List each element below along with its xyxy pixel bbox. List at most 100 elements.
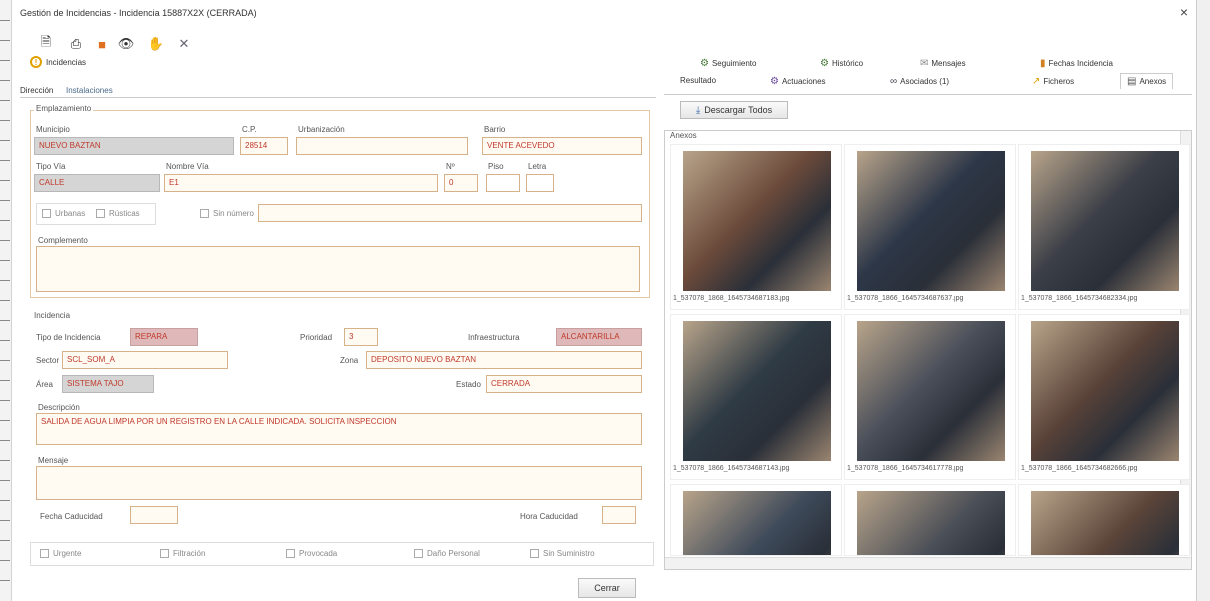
- tab-anexos[interactable]: ▤ Anexos: [1120, 73, 1174, 89]
- sin-numero-checkbox-box[interactable]: [200, 209, 209, 218]
- tab-mensajes-label: Mensajes: [931, 59, 966, 68]
- fecha-caducidad-field[interactable]: [130, 506, 178, 524]
- message-icon: ✉: [920, 58, 929, 69]
- dano-personal-checkbox-box[interactable]: [414, 549, 423, 558]
- tab-asociados-1[interactable]: ∞ Asociados (1): [890, 76, 949, 87]
- urbanas-checkbox[interactable]: Urbanas: [42, 209, 85, 218]
- chart-icon: ▮: [1040, 58, 1046, 69]
- thumbnail-image[interactable]: [683, 491, 831, 555]
- tab-asociados-1-label: Asociados (1): [900, 77, 950, 86]
- thumbnail[interactable]: 1_537078_1866_1645734617778.jpg: [844, 314, 1016, 480]
- sin-suministro-checkbox[interactable]: Sin Suministro: [530, 549, 595, 558]
- urgente-checkbox-box[interactable]: [40, 549, 49, 558]
- rusticas-checkbox[interactable]: Rústicas: [96, 209, 140, 218]
- complemento-label: Complemento: [38, 236, 88, 245]
- cp-field[interactable]: 28514: [240, 137, 288, 155]
- thumbnail-image[interactable]: [857, 491, 1005, 555]
- hora-caducidad-field[interactable]: [602, 506, 636, 524]
- thumbnail[interactable]: 1_537078_1866_1645734682666.jpg: [1018, 314, 1190, 480]
- cerrar-button[interactable]: Cerrar: [578, 578, 636, 598]
- prioridad-field[interactable]: 3: [344, 328, 378, 346]
- save-icon[interactable]: ■: [94, 36, 110, 52]
- tab-actuaciones[interactable]: ⚙ Actuaciones: [770, 76, 826, 87]
- window-scrollbar[interactable]: [1196, 0, 1210, 601]
- tab-fechas-incidencia[interactable]: ▮ Fechas Incidencia: [1040, 58, 1113, 69]
- thumbnail[interactable]: 1_537078_1866_1645734687143.jpg: [670, 314, 842, 480]
- urgente-label: Urgente: [53, 549, 82, 558]
- filtracion-checkbox[interactable]: Filtración: [160, 549, 205, 558]
- complemento-field[interactable]: [36, 246, 640, 292]
- thumbnail-image[interactable]: [683, 321, 831, 461]
- close-icon[interactable]: ×: [1176, 4, 1192, 20]
- tipo-via-field[interactable]: CALLE: [34, 174, 160, 192]
- thumbnail[interactable]: 1_537078_1866_1645734682334.jpg: [1018, 144, 1190, 310]
- thumbnail-image[interactable]: [857, 321, 1005, 461]
- descargar-todos-label: Descargar Todos: [704, 105, 773, 115]
- tab-instalaciones[interactable]: Instalaciones: [66, 86, 113, 95]
- tools-icon[interactable]: ✕: [176, 36, 192, 52]
- sector-field[interactable]: SCL_SOM_A: [62, 351, 228, 369]
- thumbnail-image[interactable]: [1031, 321, 1179, 461]
- thumbnail-image[interactable]: [1031, 491, 1179, 555]
- rusticas-label: Rústicas: [109, 209, 140, 218]
- thumbnail-caption: 1_537078_1866_1645734682666.jpg: [1021, 465, 1138, 472]
- area-field[interactable]: SISTEMA TAJO: [62, 375, 154, 393]
- hora-caducidad-label: Hora Caducidad: [520, 512, 578, 521]
- document-icon[interactable]: 🗎: [38, 34, 54, 52]
- tab-direccion[interactable]: Dirección: [20, 86, 53, 95]
- rusticas-checkbox-box[interactable]: [96, 209, 105, 218]
- tipo-incidencia-field[interactable]: REPARA: [130, 328, 198, 346]
- tab-fechas-incidencia-label: Fechas Incidencia: [1048, 59, 1113, 68]
- provocada-checkbox[interactable]: Provocada: [286, 549, 337, 558]
- thumbnail[interactable]: [844, 484, 1016, 556]
- urgente-checkbox[interactable]: Urgente: [40, 549, 81, 558]
- actions-icon: ⚙: [770, 76, 779, 87]
- thumbnail-caption: 1_537078_1866_1645734617778.jpg: [847, 465, 964, 472]
- thumbnail-caption: 1_537078_1866_1645734687143.jpg: [673, 465, 790, 472]
- thumbnail[interactable]: 1_537078_1866_1645734687637.jpg: [844, 144, 1016, 310]
- tipo-incidencia-label: Tipo de Incidencia: [36, 333, 101, 342]
- tab-seguimiento[interactable]: ⚙ Seguimiento: [700, 58, 756, 69]
- descripcion-field[interactable]: SALIDA DE AGUA LIMPIA POR UN REGISTRO EN…: [36, 413, 642, 445]
- tab-ficheros[interactable]: ↗ Ficheros: [1032, 76, 1074, 87]
- barrio-field[interactable]: VENTE ACEVEDO: [482, 137, 642, 155]
- municipio-label: Municipio: [36, 125, 70, 134]
- tab-mensajes[interactable]: ✉ Mensajes: [920, 58, 966, 69]
- thumbnail[interactable]: [670, 484, 842, 556]
- hand-icon[interactable]: ✋: [148, 36, 164, 52]
- sin-suministro-checkbox-box[interactable]: [530, 549, 539, 558]
- piso-label: Piso: [488, 162, 504, 171]
- filtracion-checkbox-box[interactable]: [160, 549, 169, 558]
- urbanas-checkbox-box[interactable]: [42, 209, 51, 218]
- prioridad-label: Prioridad: [300, 333, 333, 342]
- estado-field[interactable]: CERRADA: [486, 375, 642, 393]
- numero-field[interactable]: 0: [444, 174, 478, 192]
- provocada-checkbox-box[interactable]: [286, 549, 295, 558]
- nombre-via-field[interactable]: E1: [164, 174, 438, 192]
- letra-field[interactable]: [526, 174, 554, 192]
- descripcion-label: Descripción: [38, 403, 80, 412]
- zona-field[interactable]: DEPOSITO NUEVO BAZTAN: [366, 351, 642, 369]
- tab-seguimiento-label: Seguimiento: [711, 59, 757, 68]
- history-icon: ⚙: [820, 58, 829, 69]
- piso-field[interactable]: [486, 174, 520, 192]
- urbanizacion-field[interactable]: [296, 137, 468, 155]
- tab-historico[interactable]: ⚙ Histórico: [820, 58, 863, 69]
- tab-resultado[interactable]: Resultado: [680, 76, 716, 85]
- sin-suministro-label: Sin Suministro: [543, 549, 595, 558]
- sin-numero-checkbox[interactable]: Sin número: [200, 209, 254, 218]
- infraestructura-field[interactable]: ALCANTARILLA: [556, 328, 642, 346]
- eye-icon[interactable]: 👁: [118, 36, 135, 52]
- descargar-todos-button[interactable]: ⤓ Descargar Todos: [680, 101, 788, 119]
- mensaje-field[interactable]: [36, 466, 642, 500]
- municipio-field[interactable]: NUEVO BAZTAN: [34, 137, 234, 155]
- thumbnail-image[interactable]: [683, 151, 831, 291]
- anexos-hscrollbar[interactable]: [665, 557, 1191, 569]
- dano-personal-checkbox[interactable]: Daño Personal: [414, 549, 480, 558]
- thumbnail-image[interactable]: [1031, 151, 1179, 291]
- print-icon[interactable]: ⎙: [68, 36, 84, 52]
- thumbnail[interactable]: [1018, 484, 1190, 556]
- thumbnail-image[interactable]: [857, 151, 1005, 291]
- thumbnail[interactable]: 1_537078_1868_1645734687183.jpg: [670, 144, 842, 310]
- sin-numero-field[interactable]: [258, 204, 642, 222]
